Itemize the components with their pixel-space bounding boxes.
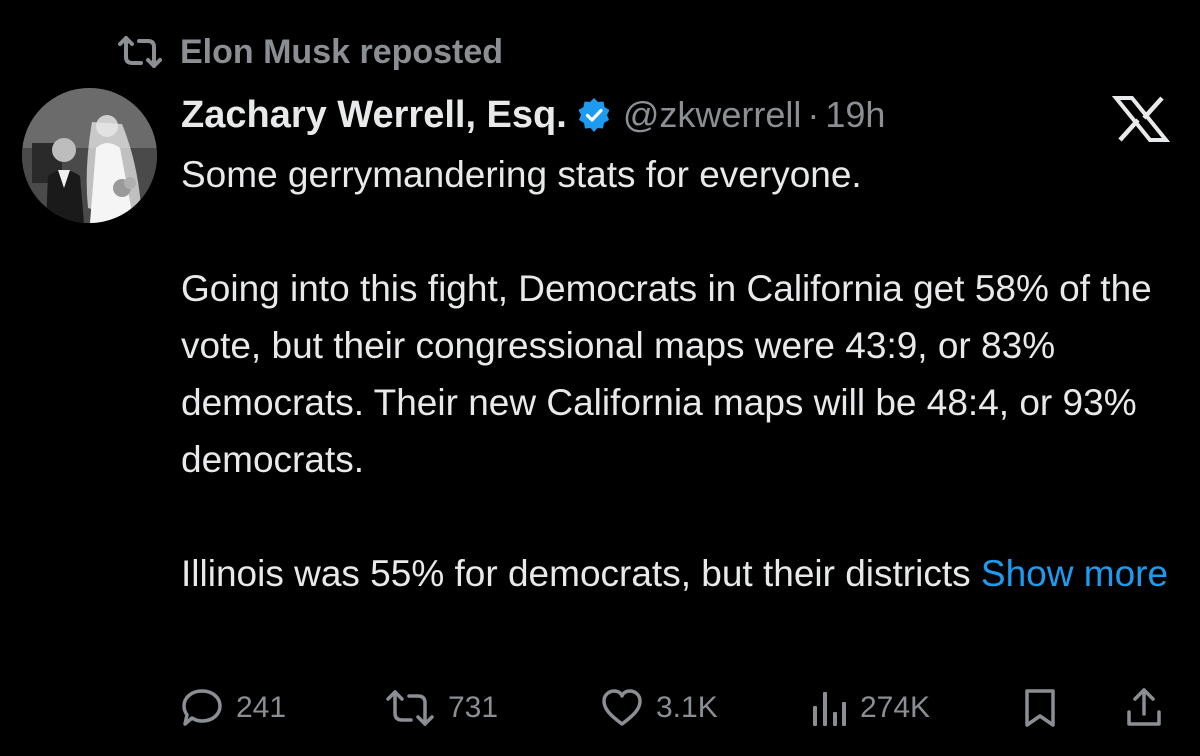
bookmark-icon	[1022, 687, 1058, 729]
tweet-paragraph-text: Illinois was 55% for democrats, but thei…	[181, 553, 971, 594]
views-button[interactable]: 274K	[810, 682, 930, 734]
like-button[interactable]: 3.1K	[600, 682, 718, 734]
share-button[interactable]	[1124, 682, 1164, 734]
repost-button[interactable]: 731	[384, 682, 498, 734]
share-icon	[1124, 686, 1164, 730]
tweet-paragraph-truncated: Illinois was 55% for democrats, but thei…	[181, 545, 1171, 602]
x-logo-icon	[1112, 96, 1170, 142]
author-handle[interactable]: @zkwerrell	[623, 94, 802, 136]
repost-label: Elon Musk reposted	[180, 32, 504, 71]
reply-button[interactable]: 241	[180, 682, 286, 734]
repost-icon	[116, 35, 164, 69]
separator: ·	[807, 94, 820, 135]
avatar[interactable]	[22, 88, 157, 223]
views-count: 274K	[860, 691, 931, 724]
action-bar: 241 731 3.1K 274K	[180, 682, 1170, 734]
timestamp[interactable]: 19h	[825, 94, 885, 136]
repost-count: 731	[448, 691, 499, 724]
views-icon	[810, 688, 848, 728]
author-name[interactable]: Zachary Werrell, Esq.	[181, 94, 567, 137]
tweet-paragraph: Some gerrymandering stats for everyone.	[181, 154, 862, 195]
like-count: 3.1K	[656, 691, 718, 724]
repost-icon	[384, 689, 436, 727]
heart-icon	[600, 688, 644, 728]
bookmark-button[interactable]	[1022, 682, 1058, 734]
tweet-header: Zachary Werrell, Esq. @zkwerrell · 19h	[181, 88, 885, 142]
tweet-text: Some gerrymandering stats for everyone. …	[181, 146, 1171, 602]
show-more-link[interactable]: Show more	[981, 553, 1168, 594]
reply-icon	[180, 687, 224, 729]
reply-count: 241	[236, 691, 287, 724]
tweet-paragraph: Going into this fight, Democrats in Cali…	[181, 268, 1152, 480]
verified-badge-icon	[577, 98, 611, 132]
repost-header[interactable]: Elon Musk reposted	[116, 28, 503, 76]
